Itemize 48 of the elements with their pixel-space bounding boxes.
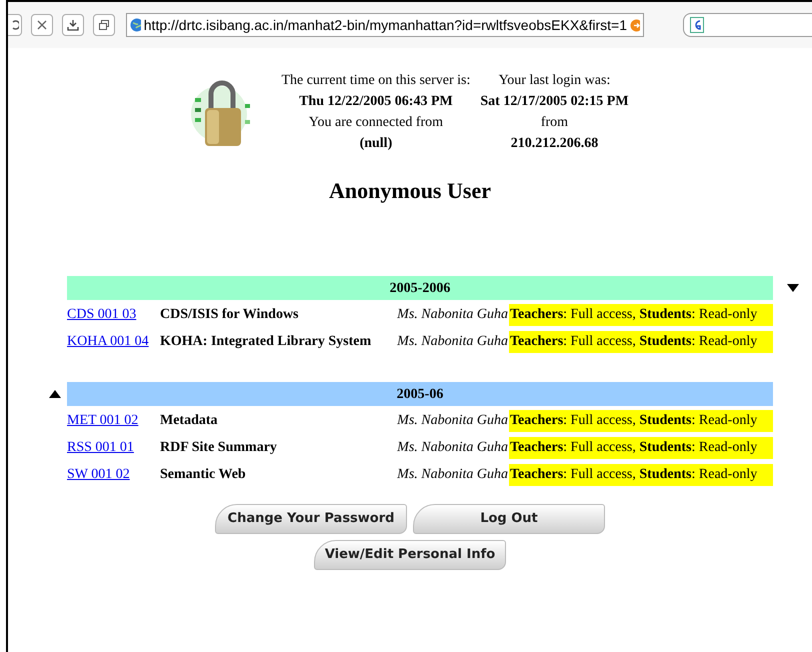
access-info: Teachers: Full access, Students: Read-only bbox=[509, 436, 773, 458]
stop-button[interactable] bbox=[31, 14, 53, 36]
action-button[interactable]: Log Out bbox=[413, 504, 605, 534]
teacher-name: Ms. Nabonita Guha bbox=[396, 333, 509, 351]
access-info: Teachers: Full access, Students: Read-only bbox=[509, 330, 773, 352]
teacher-name: Ms. Nabonita Guha bbox=[396, 306, 509, 324]
search-field[interactable] bbox=[683, 13, 812, 37]
server-time: Thu 12/22/2005 06:43 PM bbox=[299, 93, 453, 111]
collapse-arrow-icon[interactable] bbox=[787, 284, 799, 292]
course-link[interactable]: MET 001 02 bbox=[67, 413, 138, 428]
action-button[interactable]: Change Your Password bbox=[215, 504, 407, 534]
login-label: Your last login was: bbox=[498, 72, 610, 90]
from-label: from bbox=[540, 114, 568, 132]
download-button[interactable] bbox=[62, 14, 84, 36]
course-link[interactable]: CDS 001 03 bbox=[67, 307, 136, 322]
close-icon bbox=[37, 20, 47, 30]
teacher-name: Ms. Nabonita Guha bbox=[396, 439, 509, 457]
download-icon bbox=[67, 19, 79, 31]
teacher-name: Ms. Nabonita Guha bbox=[396, 412, 509, 430]
user-title: Anonymous User bbox=[329, 177, 491, 205]
expand-arrow-icon[interactable] bbox=[49, 390, 61, 398]
course-title: Metadata bbox=[160, 412, 219, 430]
connected-label: You are connected from bbox=[308, 114, 444, 132]
course-link[interactable]: KOHA 001 04 bbox=[67, 334, 149, 349]
access-info: Teachers: Full access, Students: Read-only bbox=[509, 410, 773, 432]
action-button[interactable]: View/Edit Personal Info bbox=[314, 540, 506, 570]
address-field[interactable]: http://drtc.isibang.ac.in/manhat2-bin/mymanhattan?id=rwltfsveobsEKX&first=1 bbox=[126, 13, 644, 37]
access-info: Teachers: Full access, Students: Read-only bbox=[509, 304, 773, 326]
time-label: The current time on this server is: bbox=[281, 72, 470, 90]
reload-icon bbox=[10, 19, 18, 31]
course-title: RDF Site Summary bbox=[160, 439, 278, 457]
last-login-time: Sat 12/17/2005 02:15 PM bbox=[480, 93, 629, 111]
connected-from: (null) bbox=[360, 135, 392, 153]
section-header: 2005-2006 bbox=[67, 276, 773, 300]
reload-button[interactable] bbox=[8, 14, 22, 36]
course-title: KOHA: Integrated Library System bbox=[160, 333, 372, 351]
access-info: Teachers: Full access, Students: Read-only bbox=[509, 464, 773, 486]
course-title: CDS/ISIS for Windows bbox=[160, 306, 300, 324]
windows-icon bbox=[98, 19, 110, 31]
teacher-name: Ms. Nabonita Guha bbox=[396, 466, 509, 484]
section-header: 2005-06 bbox=[67, 382, 773, 406]
window-button[interactable] bbox=[93, 14, 115, 36]
course-title: Semantic Web bbox=[160, 466, 247, 484]
globe-icon bbox=[130, 18, 141, 32]
course-link[interactable]: SW 001 02 bbox=[67, 467, 130, 482]
course-link[interactable]: RSS 001 01 bbox=[67, 440, 134, 455]
search-engine-icon bbox=[690, 17, 704, 33]
login-address: 210.212.206.68 bbox=[510, 135, 598, 153]
